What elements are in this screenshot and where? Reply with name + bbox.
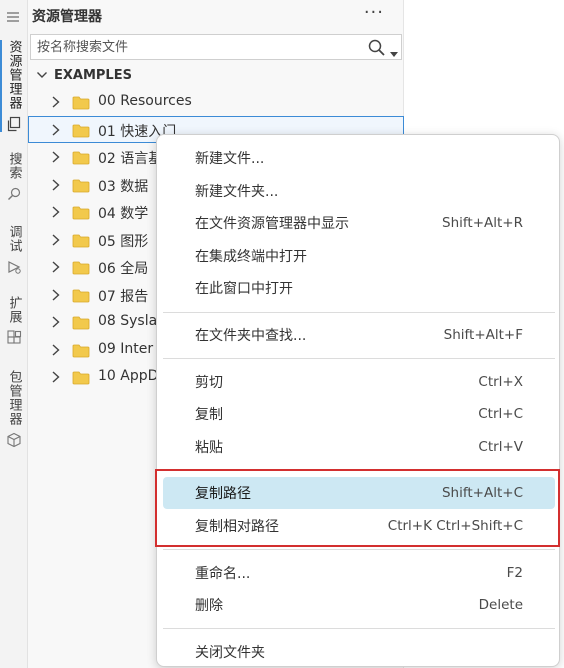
activity-explorer-label: 资源管理器 [6,40,22,110]
folder-icon [72,233,90,247]
folder-icon [72,150,90,165]
menu-separator [163,628,555,630]
chevron-right-icon[interactable] [49,232,63,248]
file-search-input[interactable] [31,35,351,59]
workspace-root-label: EXAMPLES [54,67,132,83]
menu-item-shortcut: Ctrl+X [478,373,523,390]
menu-separator [163,358,555,360]
menu-item-label: 在集成终端中打开 [195,248,307,265]
activity-package-manager[interactable]: 包管理器 [0,370,28,448]
chevron-right-icon[interactable] [49,94,63,110]
menu-separator [163,549,555,551]
folder-icon [72,123,90,137]
chevron-right-icon[interactable] [49,149,63,165]
tree-item-label: 09 Inter [98,340,154,357]
tree-item-label: 02 语言基 [98,151,163,167]
activity-explorer[interactable]: 资源管理器 [0,40,28,132]
context-menu-item[interactable]: 重命名... F2 [163,557,555,589]
activity-debug[interactable]: 调试 [0,225,28,275]
tree-item-folder[interactable]: 00 Resources [28,88,404,116]
menu-item-shortcut: Ctrl+C [478,406,523,423]
tree-item-label: 10 AppD [98,368,159,384]
menu-item-label: 复制 [195,407,223,424]
more-actions-button[interactable]: ··· [364,2,384,23]
file-search-box [30,34,402,60]
extensions-icon [6,330,22,346]
context-menu-item[interactable]: 复制 Ctrl+C [163,398,555,430]
chevron-right-icon[interactable] [49,259,63,275]
context-menu-item[interactable]: 新建文件... [163,142,555,174]
context-menu-item[interactable]: 在文件资源管理器中显示 Shift+Alt+R [163,207,555,239]
context-menu: 新建文件... 新建文件夹... 在文件资源管理器中显示 Shift+Alt+R 在集成… [156,134,560,667]
package-icon [6,432,22,448]
menu-item-label: 剪切 [195,374,223,391]
tree-item-label: 05 图形 [98,233,149,250]
activity-extensions[interactable]: 扩展 [0,296,28,346]
menu-item-label: 在文件资源管理器中显示 [195,216,349,233]
chevron-right-icon[interactable] [49,177,63,193]
menu-item-label: 新建文件... [195,151,265,167]
menu-item-shortcut: F2 [506,564,523,581]
chevron-down-icon[interactable] [389,44,399,57]
menu-item-shortcut: Ctrl+V [478,438,523,455]
files-icon [6,116,22,132]
context-menu-item[interactable]: 剪切 Ctrl+X [163,366,555,398]
context-menu-item[interactable]: 在集成终端中打开 [163,240,555,272]
menu-item-label: 重命名... [195,565,251,582]
chevron-right-icon[interactable] [49,314,63,330]
activity-search[interactable]: 搜索 [0,152,28,202]
menu-item-label: 新建文件夹... [195,183,279,200]
folder-icon [72,288,90,302]
menu-item-shortcut: Shift+Alt+F [443,327,523,343]
chevron-right-icon[interactable] [49,342,63,358]
folder-icon [72,370,90,385]
menu-item-label: 关闭文件夹 [195,644,265,661]
menu-item-label: 删除 [195,598,223,615]
context-menu-item[interactable]: 删除 Delete [163,589,555,621]
debug-icon [6,259,22,275]
search-icon[interactable] [367,38,387,58]
menu-item-label: 在此窗口中打开 [195,281,293,298]
folder-icon [72,205,90,220]
tree-item-label: 06 全局 [98,261,149,277]
chevron-right-icon[interactable] [49,122,63,138]
menu-separator [163,311,555,313]
menu-item-shortcut: Shift+Alt+R [442,215,523,232]
explorer-title: 资源管理器 [32,9,102,25]
folder-icon [72,260,90,275]
tree-item-label: 07 报告 [98,288,149,305]
context-menu-item[interactable]: 粘贴 Ctrl+V [163,431,555,463]
activity-bar: 资源管理器 搜索 调试 扩展 包管理器 [0,0,28,668]
chevron-right-icon[interactable] [49,369,63,385]
search-icon [6,186,22,202]
activity-search-label: 搜索 [6,152,22,180]
activity-extensions-label: 扩展 [6,296,22,324]
tree-item-label: 03 数据 [98,178,149,195]
tree-item-label: 00 Resources [98,93,192,109]
context-menu-item[interactable]: 关闭文件夹 [163,636,555,668]
menu-item-shortcut: Delete [478,597,523,614]
explorer-header: 资源管理器 ··· [7,0,404,32]
chevron-right-icon[interactable] [49,287,63,303]
menu-item-label: 在文件夹中查找... [195,328,307,344]
context-menu-item[interactable]: 新建文件夹... [163,175,555,207]
context-menu-item[interactable]: 在文件夹中查找... Shift+Alt+F [163,319,555,351]
activity-package-label: 包管理器 [6,370,22,426]
chevron-right-icon[interactable] [49,204,63,220]
context-menu-item[interactable]: 在此窗口中打开 [163,272,555,304]
activity-debug-label: 调试 [6,225,22,253]
annotation-highlight-box [155,469,560,547]
chevron-down-icon [32,65,52,85]
hamburger-menu-icon[interactable] [6,9,20,23]
folder-icon [72,95,90,110]
menu-item-label: 粘贴 [195,439,223,456]
tree-item-label: 04 数学 [98,206,149,222]
workspace-root[interactable]: EXAMPLES [28,64,404,86]
tree-item-label: 08 Sysla [98,313,158,329]
folder-icon [72,178,90,192]
folder-icon [72,343,90,357]
folder-icon [72,315,90,330]
